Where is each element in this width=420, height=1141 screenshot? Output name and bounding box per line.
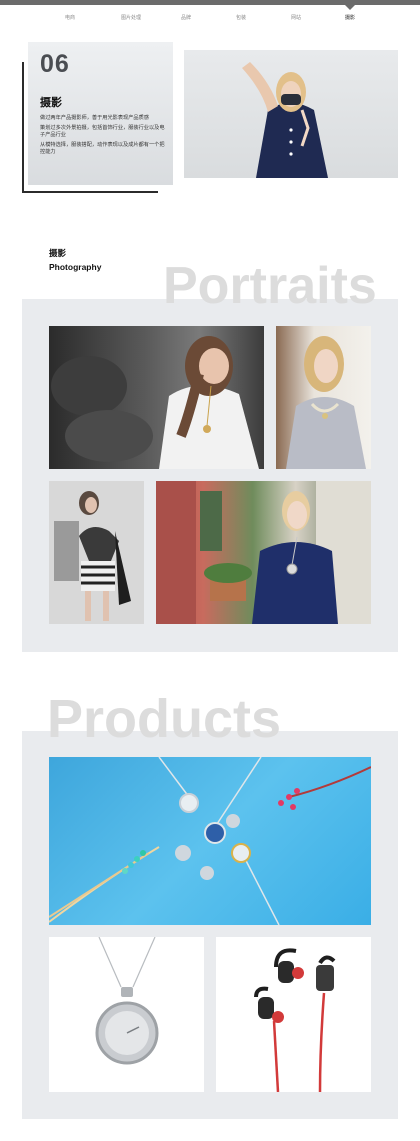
intro-line: 策划过多次外景拍摄，包括首饰行业，服装行业以及电子产品行业: [40, 124, 165, 139]
hero-photo-illustration: [242, 62, 328, 178]
nav-item-website[interactable]: 网站: [291, 14, 301, 21]
nav-item-packaging[interactable]: 包装: [236, 14, 246, 21]
product-photo-pendant-watch: [49, 937, 204, 1092]
intro-line: 从模特选择，服装搭配，动作表现以及成片都有一个把控能力: [40, 141, 165, 156]
portrait-photo-3: [49, 481, 144, 624]
product-photo-earphones-illustration: [254, 948, 336, 1092]
product-photo-earphones: [216, 937, 371, 1092]
nav-item-ecommerce[interactable]: 电商: [65, 14, 75, 21]
section-number: 06: [40, 50, 70, 78]
portraits-watermark: Portraits: [163, 257, 377, 315]
products-watermark: Products: [47, 689, 282, 749]
nav-item-image-editing[interactable]: 图片处理: [121, 14, 141, 21]
product-photo-lockets-illustration: [49, 757, 371, 925]
portrait-photo-1: [49, 326, 264, 469]
photography-title-en: Photography: [49, 262, 102, 272]
intro-line: 做过两年产品摄影师，善于用光影表现产品质感: [40, 115, 149, 121]
active-nav-indicator: [345, 5, 355, 10]
portrait-photo-4-illustration: [156, 481, 371, 624]
product-photo-lockets: [49, 757, 371, 925]
portrait-photo-2: [276, 326, 371, 469]
product-photo-pendant-watch-illustration: [95, 937, 159, 1065]
nav-item-photography[interactable]: 摄影: [345, 14, 355, 21]
photography-title-cn: 摄影: [49, 248, 67, 258]
nav-item-brand[interactable]: 品牌: [181, 14, 191, 21]
top-nav: 电商 图片处理 品牌 包装 网站 摄影: [0, 5, 420, 27]
portrait-photo-3-illustration: [49, 481, 144, 624]
hero-photo-model-with-mask: [184, 50, 398, 178]
portrait-photo-2-illustration: [286, 336, 366, 469]
intro-title: 摄影: [40, 97, 62, 109]
intro-description: 做过两年产品摄影师，善于用光影表现产品质感 策划过多次外景拍摄，包括首饰行业，服…: [40, 115, 166, 159]
portrait-photo-4: [156, 481, 371, 624]
portrait-photo-1-illustration: [51, 336, 259, 469]
